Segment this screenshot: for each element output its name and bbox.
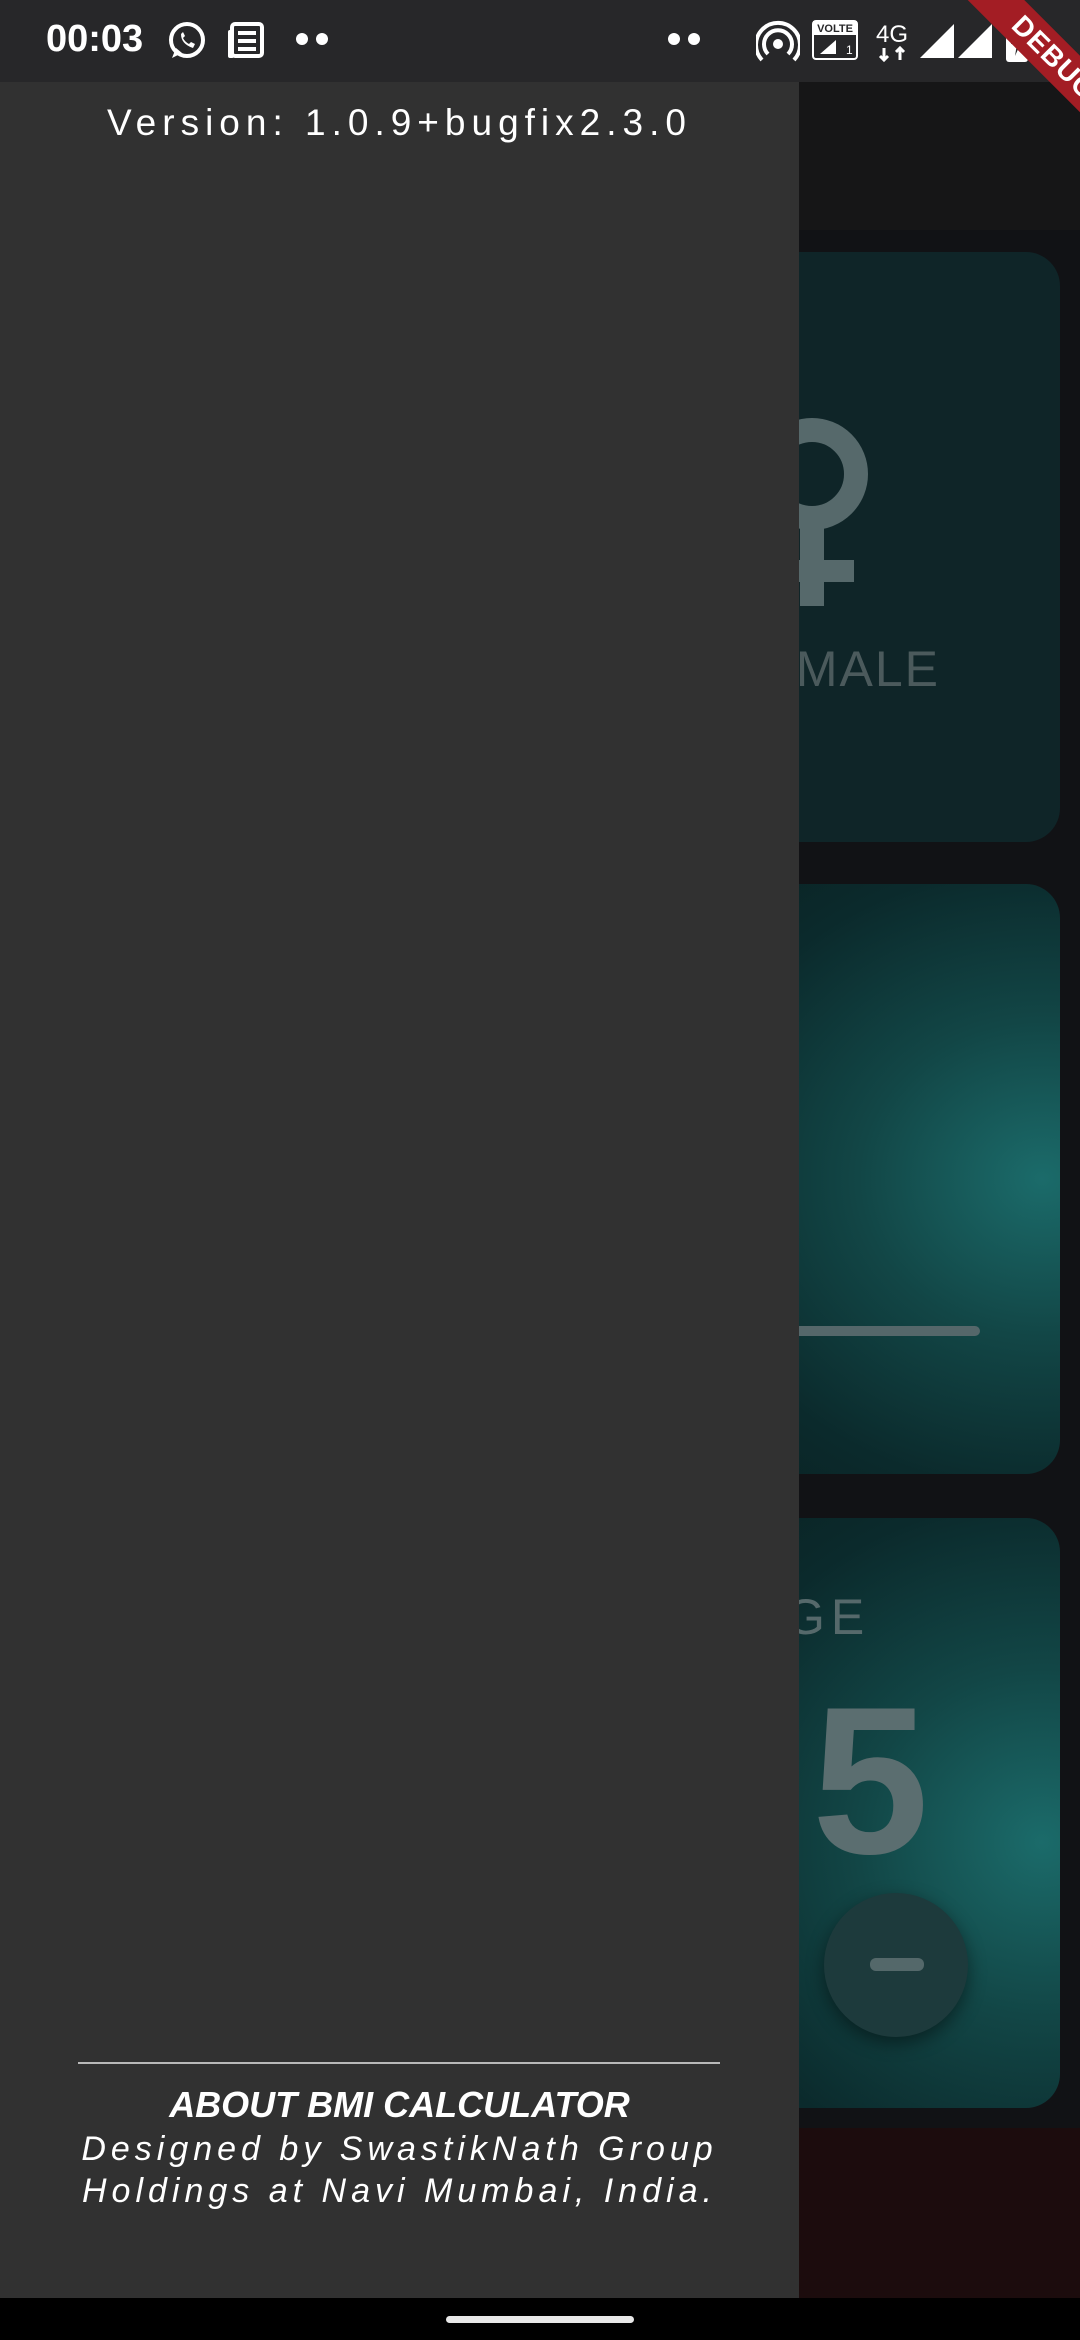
status-time: 00:03 xyxy=(46,18,144,60)
drawer-divider xyxy=(78,2062,720,2064)
about-title: ABOUT BMI CALCULATOR xyxy=(169,2084,630,2125)
more-dots-icon xyxy=(296,33,328,45)
svg-text:1: 1 xyxy=(846,43,853,57)
signal-icon xyxy=(920,24,954,58)
signal-icon xyxy=(958,24,992,58)
svg-text:VOLTE: VOLTE xyxy=(817,23,853,35)
hotspot-icon xyxy=(756,20,800,62)
system-navigation-bar xyxy=(0,2298,1080,2340)
4g-icon: 4G xyxy=(876,21,908,63)
screen: MALE GE 5 00:03 VOLTE 1 4G DEBUG Version… xyxy=(0,0,1080,2340)
age-decrement-button[interactable] xyxy=(824,1893,968,2037)
version-text: Version: 1.0.9+bugfix2.3.0 xyxy=(107,102,692,143)
volte-icon: VOLTE 1 xyxy=(812,20,858,60)
news-icon xyxy=(228,22,264,58)
more-dots-icon xyxy=(668,33,700,45)
about-description: Designed by SwastikNath Group Holdings a… xyxy=(81,2130,718,2210)
svg-text:4G: 4G xyxy=(876,21,908,48)
home-gesture-handle[interactable] xyxy=(446,2316,634,2323)
navigation-drawer: Version: 1.0.9+bugfix2.3.0 ABOUT BMI CAL… xyxy=(0,82,799,2298)
status-bar: 00:03 VOLTE 1 4G xyxy=(0,0,1080,82)
whatsapp-icon xyxy=(169,22,205,58)
